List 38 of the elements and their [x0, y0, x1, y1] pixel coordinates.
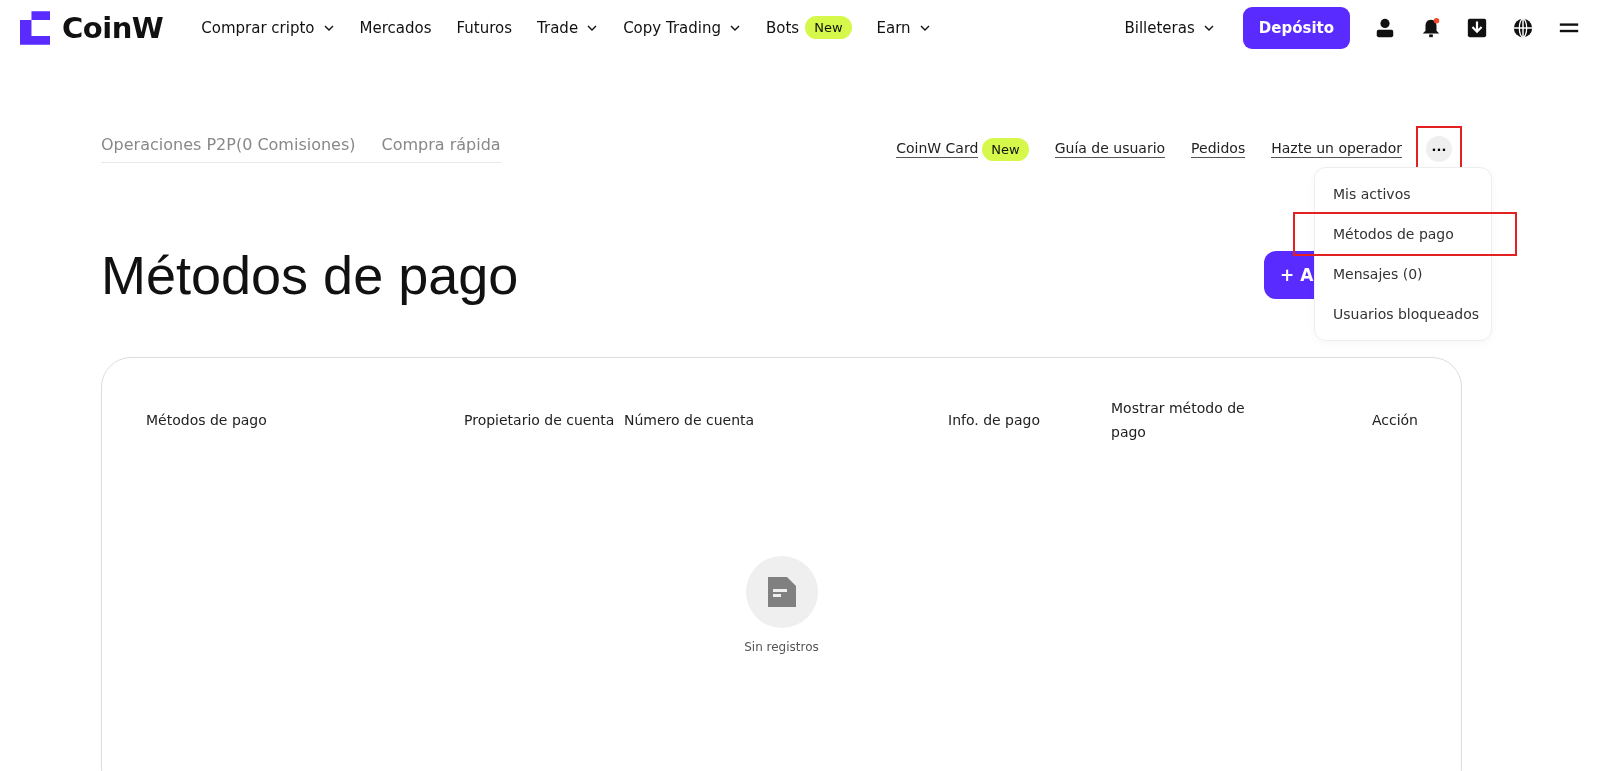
column-header: Métodos de pago: [146, 411, 268, 430]
menu-item[interactable]: Mis activos: [1315, 174, 1491, 214]
page-link[interactable]: CoinW Card: [896, 140, 979, 158]
menu-item[interactable]: Usuarios bloqueados: [1315, 294, 1491, 334]
bell-icon[interactable]: [1420, 16, 1442, 39]
column-header: Acción: [1371, 411, 1418, 430]
p2p-tab[interactable]: Compra rápida: [381, 135, 501, 154]
brand-name[interactable]: CoinW: [62, 10, 164, 45]
empty-document-icon: [745, 556, 818, 628]
menu-item[interactable]: Mensajes (0): [1315, 254, 1491, 294]
user-icon[interactable]: [1374, 16, 1396, 39]
nav-link[interactable]: Mercados: [359, 18, 432, 37]
nav-link[interactable]: Comprar cripto: [201, 18, 335, 37]
column-header: Mostrar método de pago: [1111, 399, 1246, 442]
nav-link[interactable]: Bots: [766, 18, 800, 37]
page-link[interactable]: Guía de usuario: [1054, 140, 1166, 158]
nav-link[interactable]: Futuros: [456, 18, 513, 37]
nav-link[interactable]: Earn: [876, 18, 931, 37]
column-header: Propietario de cuenta: [464, 411, 616, 430]
logo-icon[interactable]: [20, 9, 50, 46]
page-link[interactable]: Pedidos: [1191, 140, 1246, 158]
download-icon[interactable]: [1466, 16, 1488, 39]
deposit-button[interactable]: Depósito: [1242, 6, 1350, 49]
add-button[interactable]: + A: [1264, 251, 1314, 299]
globe-icon[interactable]: [1512, 16, 1534, 39]
nav-link[interactable]: Trade: [537, 18, 599, 37]
wallets-link[interactable]: Billeteras: [1124, 18, 1215, 37]
column-header: Número de cuenta: [624, 411, 756, 430]
p2p-tab[interactable]: Operaciones P2P(0 Comisiones): [101, 135, 356, 154]
new-badge: New: [805, 16, 852, 39]
menu-item[interactable]: Métodos de pago: [1295, 214, 1515, 254]
column-header: Info. de pago: [948, 411, 1042, 430]
page-title: Métodos de pago: [101, 244, 519, 306]
page-link[interactable]: Hazte un operador: [1271, 140, 1402, 158]
more-button[interactable]: ···: [1426, 136, 1452, 162]
empty-message: Sin registros: [744, 640, 819, 654]
new-badge: New: [982, 137, 1029, 161]
nav-link[interactable]: Copy Trading: [623, 18, 741, 37]
